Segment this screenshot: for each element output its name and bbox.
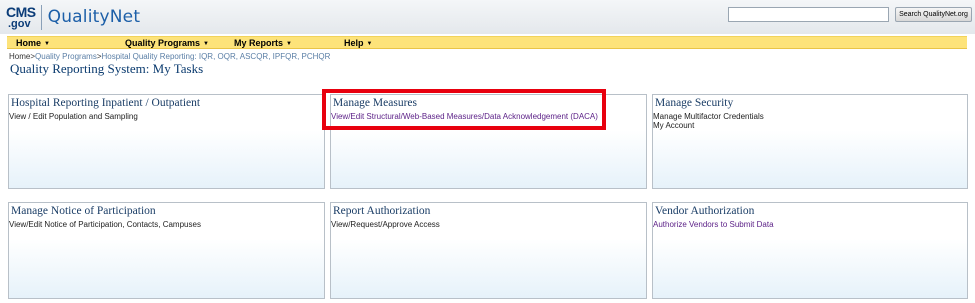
nav-home[interactable]: Home ▼ (16, 37, 50, 50)
breadcrumb-current[interactable]: Hospital Quality Reporting: IQR, OQR, AS… (101, 52, 330, 61)
chevron-down-icon: ▼ (286, 41, 292, 47)
site-header: CMS .gov QualityNet Search QualityNet.or… (0, 0, 975, 34)
card-links: View/Edit Notice of Participation, Conta… (9, 220, 201, 229)
main-navigation: Home ▼ Quality Programs ▼ My Reports ▼ Help… (7, 36, 967, 49)
cms-gov-logo: CMS .gov (6, 3, 42, 30)
card-hospital-reporting: Hospital Reporting Inpatient / Outpatien… (8, 94, 325, 189)
chevron-down-icon: ▼ (203, 41, 209, 47)
breadcrumb: Home>Quality Programs>Hospital Quality R… (9, 52, 330, 61)
card-links: Authorize Vendors to Submit Data (653, 220, 774, 229)
card-links: Manage Multifactor Credentials My Accoun… (653, 112, 764, 130)
card-title: Vendor Authorization (655, 205, 755, 217)
card-links: View/Request/Approve Access (331, 220, 440, 229)
chevron-down-icon: ▼ (366, 41, 373, 47)
card-manage-measures: Manage Measures View/Edit Structural/Web… (330, 94, 647, 189)
my-account-link[interactable]: My Account (653, 121, 764, 130)
card-title: Manage Security (655, 97, 734, 109)
view-edit-structural-measures-link[interactable]: View/Edit Structural/Web-Based Measures/… (331, 112, 598, 121)
card-report-authorization: Report Authorization View/Request/Approv… (330, 202, 647, 299)
card-links: View/Edit Structural/Web-Based Measures/… (331, 112, 598, 121)
breadcrumb-home[interactable]: Home (9, 52, 30, 61)
card-title: Hospital Reporting Inpatient / Outpatien… (11, 97, 201, 109)
nav-my-reports-label: My Reports (234, 38, 284, 48)
authorize-vendors-link[interactable]: Authorize Vendors to Submit Data (653, 220, 774, 229)
card-title: Manage Notice of Participation (11, 205, 156, 217)
chevron-down-icon: ▼ (44, 41, 50, 47)
search-button[interactable]: Search QualityNet.org (895, 7, 972, 22)
nav-help-label: Help (344, 38, 364, 48)
nav-quality-programs[interactable]: Quality Programs ▼ (125, 37, 209, 50)
page-title: Quality Reporting System: My Tasks (10, 61, 204, 76)
cms-logo-text: CMS (6, 3, 36, 20)
nav-my-reports[interactable]: My Reports ▼ (234, 37, 292, 50)
card-title: Manage Measures (333, 97, 417, 109)
nav-home-label: Home (16, 38, 42, 48)
view-edit-population-link[interactable]: View / Edit Population and Sampling (9, 112, 138, 121)
gov-logo-text: .gov (8, 17, 31, 30)
search-input[interactable] (728, 7, 889, 22)
breadcrumb-quality-programs[interactable]: Quality Programs (35, 52, 97, 61)
card-links: View / Edit Population and Sampling (9, 112, 138, 121)
card-title: Report Authorization (333, 205, 431, 217)
card-vendor-authorization: Vendor Authorization Authorize Vendors t… (652, 202, 968, 299)
qualitynet-logo-text: QualityNet (47, 7, 141, 27)
cms-qualitynet-logo[interactable]: CMS .gov QualityNet (6, 3, 140, 31)
nav-help[interactable]: Help ▼ (344, 37, 372, 50)
card-manage-notice-of-participation: Manage Notice of Participation View/Edit… (8, 202, 325, 299)
card-manage-security: Manage Security Manage Multifactor Crede… (652, 94, 968, 189)
view-request-approve-access-link[interactable]: View/Request/Approve Access (331, 220, 440, 229)
manage-multifactor-credentials-link[interactable]: Manage Multifactor Credentials (653, 112, 764, 121)
view-edit-notice-of-participation-link[interactable]: View/Edit Notice of Participation, Conta… (9, 220, 201, 229)
nav-quality-programs-label: Quality Programs (125, 38, 201, 48)
